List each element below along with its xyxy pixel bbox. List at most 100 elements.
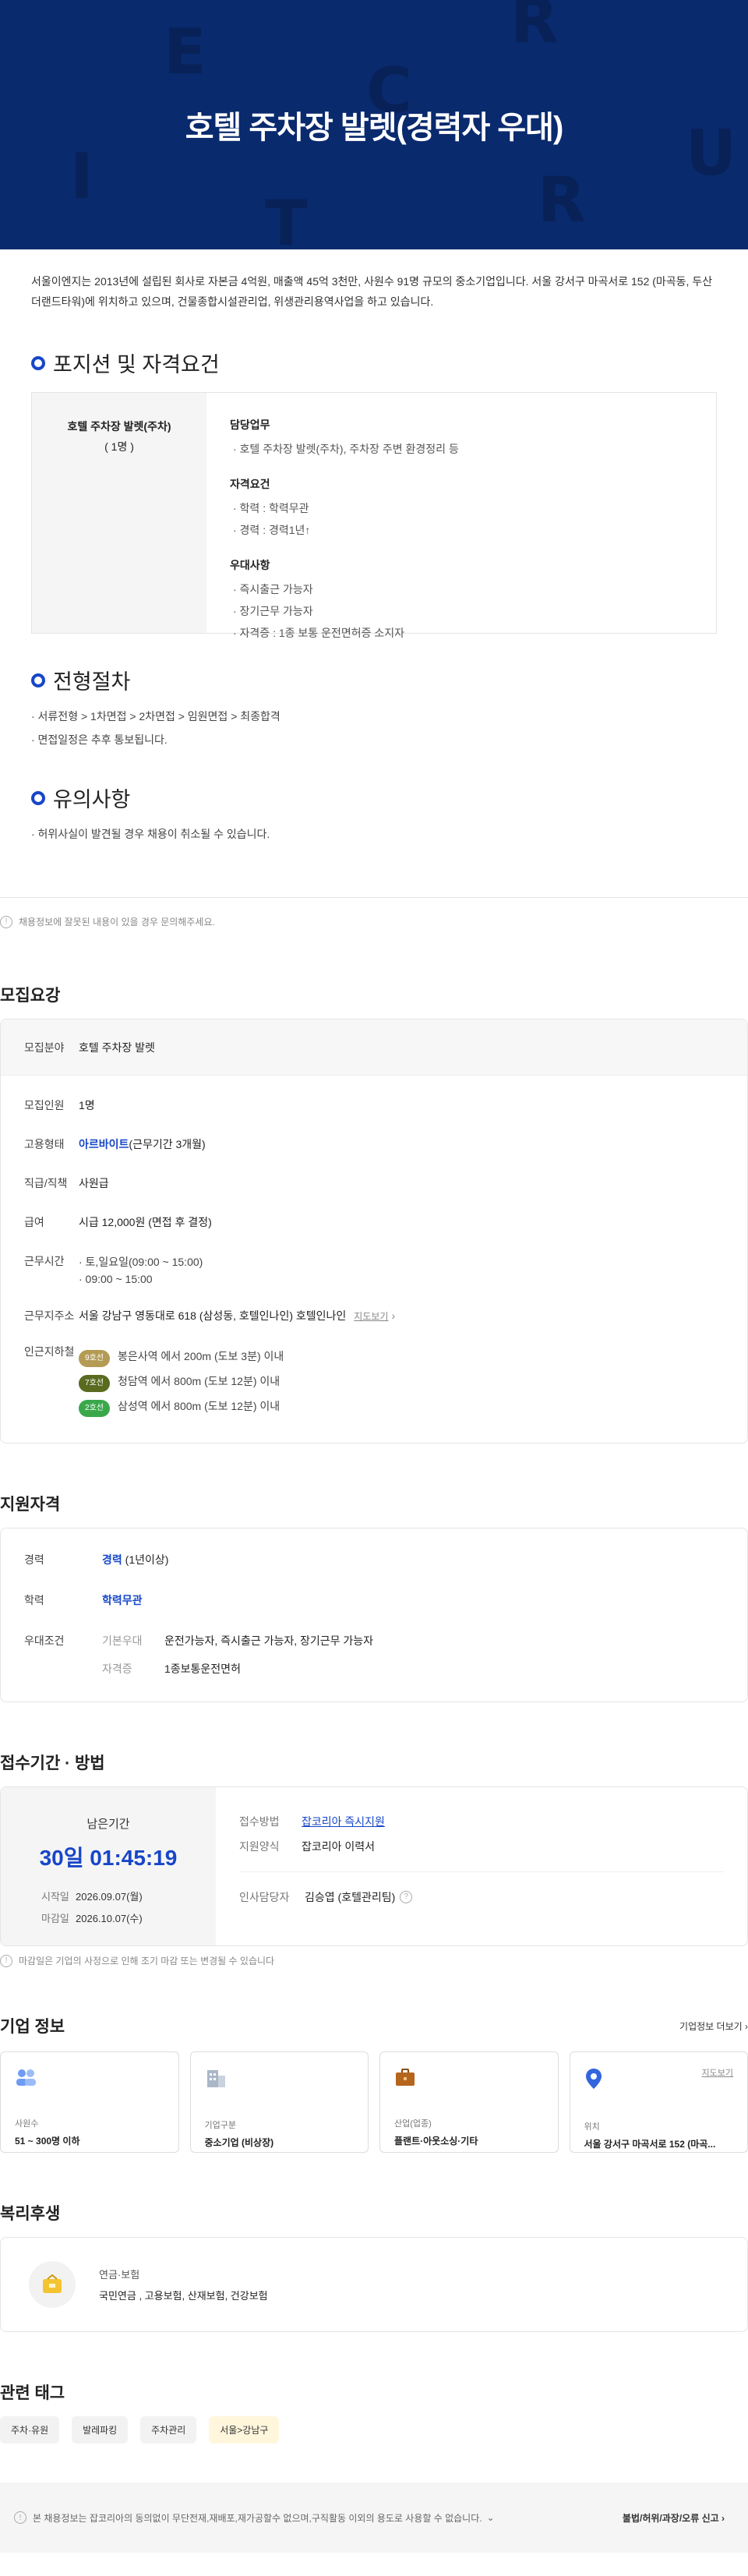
qualification-title: 지원자격 — [0, 1496, 61, 1514]
row-label: 인근지하철 — [24, 1345, 75, 1358]
row-value: 잡코리아 이력서 — [302, 1840, 376, 1853]
chevron-down-icon[interactable]: ⌄ — [487, 2512, 495, 2523]
row-label: 직급/직책 — [24, 1177, 68, 1189]
preference-group: 우대사항 · 즉시출근 가능자 · 장기근무 가능자 · 자격증 : 1종 보통… — [230, 557, 693, 644]
sub-label: 자격증 — [102, 1663, 132, 1675]
company-card-industry: 산업(업종) 플랜트·아웃소싱·기타 — [379, 2051, 559, 2153]
list-item: · 자격증 : 1종 보통 운전면허증 소지자 — [233, 627, 404, 639]
tag-item[interactable]: 서울>강남구 — [209, 2416, 280, 2443]
qualification-card: 경력 경력 (1년이상) 학력 학력무관 우대조건 기본우대 운전가능자, 즉시출… — [0, 1528, 748, 1702]
start-date: 시작일 2026.09.07(월) — [1, 1886, 216, 1908]
map-link[interactable]: 지도보기 — [354, 1311, 388, 1322]
info-icon: ! — [0, 1954, 12, 1967]
row-label: 인사담당자 — [239, 1891, 290, 1903]
tags-title: 관련 태그 — [0, 2384, 65, 2402]
row-label: 경력 — [24, 1553, 44, 1566]
company-more-link[interactable]: 기업정보 더보기 › — [679, 2019, 748, 2033]
map-link[interactable]: 지도보기 — [702, 2066, 733, 2079]
company-cards: 사원수 51 ~ 300명 이하 기업구분 중소기업 (비상장) 산업(업종) … — [0, 2051, 748, 2153]
position-headcount: ( 1명 ) — [104, 440, 134, 453]
card-value: 51 ~ 300명 이하 — [15, 2136, 80, 2147]
subway-row: 인근지하철 9호선 봉은사역 에서 200m (도보 3분) 이내 7호선 청담역 … — [1, 1344, 747, 1419]
date-label: 마감일 — [41, 1913, 69, 1924]
employment-type-row: 고용형태 아르바이트(근무기간 3개월) — [1, 1136, 747, 1152]
tag-list: 주차·유원 발레파킹 주차관리 서울>강남구 — [0, 2416, 748, 2443]
footer-notice: ! 본 채용정보는 잡코리아의 동의없이 무단전재,재배포,재가공할수 없으며,… — [14, 2511, 495, 2525]
bg-letter: E — [164, 16, 206, 88]
welfare-icon-wrap — [29, 2261, 76, 2308]
info-icon: ! — [0, 915, 12, 928]
list-item: · 호텔 주차장 발렛(주차), 주차장 주변 환경정리 등 — [233, 443, 459, 455]
welfare-category: 연금·보험 — [99, 2269, 140, 2281]
salary-row: 급여 시급 12,000원 (면접 후 결정) — [1, 1214, 747, 1230]
preference-row: 우대조건 기본우대 운전가능자, 즉시출근 가능자, 장기근무 가능자 자격증 1종… — [1, 1633, 747, 1677]
career-row: 경력 경력 (1년이상) — [1, 1552, 747, 1567]
row-label: 급여 — [24, 1216, 44, 1228]
remaining-time-panel: 남은기간 30일 01:45:19 시작일 2026.09.07(월) 마감일 20… — [1, 1787, 216, 1945]
tag-item[interactable]: 주차·유원 — [0, 2416, 60, 2443]
work-hours-row: 근무시간 · 토,일요일(09:00 ~ 15:00) · 09:00 ~ 15… — [1, 1253, 747, 1288]
method-row: 접수방법 잡코리아 즉시지원 — [239, 1809, 724, 1834]
ring-bullet-icon — [31, 355, 45, 370]
recruit-title: 모집요강 — [0, 987, 61, 1005]
sub-label: 기본우대 — [102, 1634, 143, 1647]
company-header: 기업 정보 기업정보 더보기 › — [0, 2014, 748, 2037]
row-value: 사원급 — [79, 1177, 109, 1189]
row-label: 고용형태 — [24, 1138, 65, 1150]
bg-letter: R — [538, 164, 586, 236]
bg-letter: T — [265, 187, 308, 249]
rank-row: 직급/직책 사원급 — [1, 1175, 747, 1191]
work-hours-line: · 토,일요일(09:00 ~ 15:00) — [79, 1256, 203, 1268]
card-value: 중소기업 (비상장) — [204, 2137, 274, 2148]
info-icon[interactable]: ? — [400, 1891, 413, 1903]
tag-item[interactable]: 주차관리 — [140, 2416, 197, 2443]
apply-method-panel: 접수방법 잡코리아 즉시지원 지원양식 잡코리아 이력서 인사담당자 김승엽 (호텔관… — [216, 1787, 747, 1945]
period-card: 남은기간 30일 01:45:19 시작일 2026.09.07(월) 마감일 20… — [0, 1786, 748, 1946]
card-value: 서울 강서구 마곡서로 152 (마곡... — [584, 2139, 716, 2150]
section-header-position: 포지션 및 자격요건 — [0, 348, 748, 378]
subway-line-badge: 7호선 — [79, 1375, 110, 1392]
list-item: · 경력 : 경력1년↑ — [233, 524, 311, 536]
tag-item[interactable]: 발레파킹 — [72, 2416, 129, 2443]
report-link[interactable]: 불법/허위/과장/오류 신고 › — [623, 2511, 725, 2525]
recruit-card: 모집분야 호텔 주차장 발렛 모집인원 1명 고용형태 아르바이트(근무기간 3… — [0, 1019, 748, 1443]
company-title: 기업 정보 — [0, 2018, 65, 2036]
section-title: 포지션 및 자격요건 — [53, 353, 220, 376]
card-label: 기업구분 — [204, 2121, 236, 2130]
headcount-row: 모집인원 1명 — [1, 1097, 747, 1113]
address-row: 근무지주소 서울 강남구 영동대로 618 (삼성동, 호텔인나인) 호텔인나인… — [1, 1308, 747, 1323]
card-label: 사원수 — [15, 2119, 39, 2129]
sub-value: 1종보통운전면허 — [164, 1663, 241, 1675]
welfare-items: 국민연금 , 고용보험, 산재보험, 건강보험 — [99, 2290, 268, 2302]
chevron-right-icon: › — [745, 2020, 748, 2032]
list-item: · 장기근무 가능자 — [233, 605, 313, 617]
group-title: 자격요건 — [230, 478, 270, 490]
row-label: 지원양식 — [239, 1840, 280, 1853]
sub-value: 운전가능자, 즉시출근 가능자, 장기근무 가능자 — [164, 1634, 374, 1647]
welfare-card: 연금·보험 국민연금 , 고용보험, 산재보험, 건강보험 — [0, 2237, 748, 2332]
remaining-time: 30일 01:45:19 — [39, 1846, 178, 1870]
list-item: · 학력 : 학력무관 — [233, 502, 309, 514]
info-icon: ! — [14, 2511, 26, 2524]
date-value: 2026.10.07(수) — [76, 1913, 143, 1924]
apply-link[interactable]: 잡코리아 즉시지원 — [302, 1809, 385, 1834]
subway-line-badge: 9호선 — [79, 1350, 110, 1367]
hero-banner: E R C I T R U 호텔 주차장 발렛(경력자 우대) — [0, 0, 748, 249]
date-value: 2026.09.07(월) — [76, 1891, 143, 1903]
row-value: 시급 12,000원 (면접 후 결정) — [79, 1216, 212, 1228]
row-value: 호텔 주차장 발렛 — [79, 1041, 155, 1054]
report-note-text[interactable]: 채용정보에 잘못된 내용이 있을 경우 문의해주세요. — [19, 915, 215, 928]
position-name: 호텔 주차장 발렛(주차) — [67, 420, 171, 433]
bg-letter: R — [510, 0, 559, 57]
briefcase-icon — [396, 2069, 415, 2086]
company-more-text: 기업정보 더보기 — [679, 2020, 743, 2032]
group-title: 우대사항 — [230, 559, 270, 571]
subway-item: 7호선 청담역 에서 800m (도보 12분) 이내 — [79, 1369, 747, 1394]
education-row: 학력 학력무관 — [1, 1592, 747, 1608]
subway-item: 9호선 봉은사역 에서 200m (도보 3분) 이내 — [79, 1344, 747, 1369]
subway-text: 청담역 에서 800m (도보 12분) 이내 — [118, 1375, 280, 1387]
report-note: ! 채용정보에 잘못된 내용이 있을 경우 문의해주세요. — [0, 897, 748, 928]
subway-item: 2호선 삼성역 에서 800m (도보 12분) 이내 — [79, 1394, 747, 1419]
recruit-field-row: 모집분야 호텔 주차장 발렛 — [1, 1019, 747, 1076]
building-icon — [206, 2070, 225, 2087]
